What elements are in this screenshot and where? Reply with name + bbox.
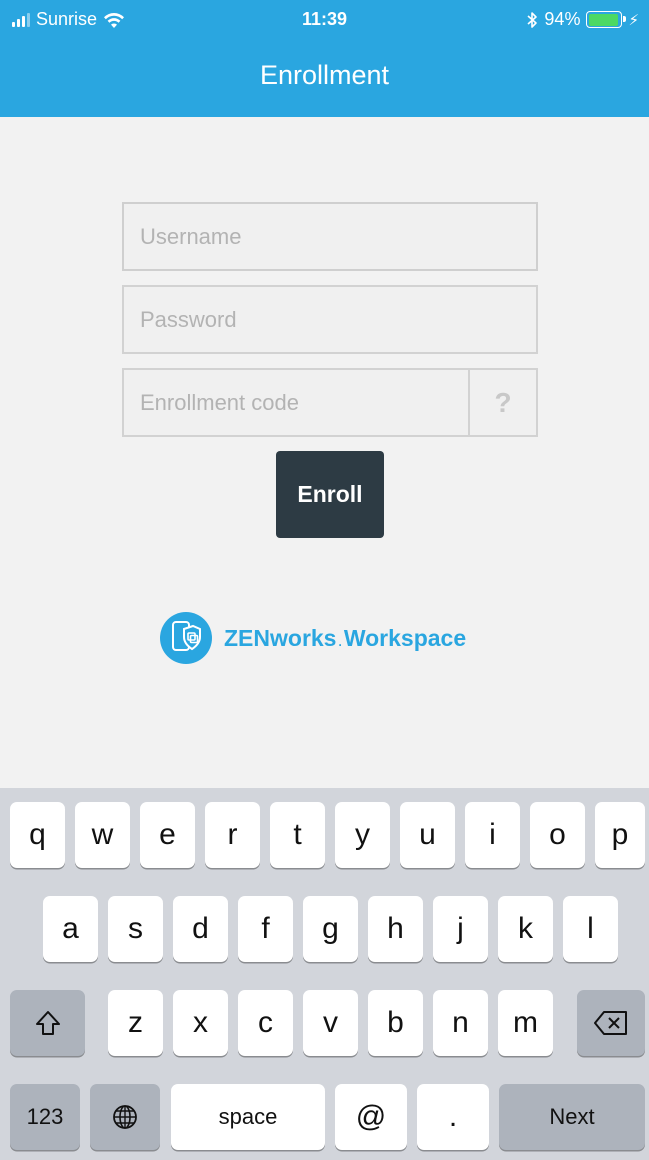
on-screen-keyboard: q w e r t y u i o p a s d f g h j k l z … bbox=[0, 788, 649, 1160]
key-f[interactable]: f bbox=[238, 896, 293, 962]
key-y[interactable]: y bbox=[335, 802, 390, 868]
zenworks-logo-icon bbox=[160, 612, 212, 664]
shift-icon bbox=[35, 1011, 60, 1035]
backspace-icon bbox=[594, 1011, 627, 1035]
key-j[interactable]: j bbox=[433, 896, 488, 962]
key-s[interactable]: s bbox=[108, 896, 163, 962]
bluetooth-icon bbox=[527, 11, 538, 28]
key-h[interactable]: h bbox=[368, 896, 423, 962]
page-title: Enrollment bbox=[259, 60, 390, 90]
key-r[interactable]: r bbox=[205, 802, 260, 868]
key-c[interactable]: c bbox=[238, 990, 293, 1056]
globe-icon bbox=[113, 1105, 137, 1129]
shift-key[interactable] bbox=[10, 990, 85, 1056]
key-i[interactable]: i bbox=[465, 802, 520, 868]
username-input[interactable] bbox=[122, 202, 538, 271]
charging-icon: ⚡ bbox=[628, 11, 639, 29]
status-bar: Sunrise 11:39 94% ⚡ bbox=[0, 0, 649, 40]
key-p[interactable]: p bbox=[595, 802, 645, 868]
battery-percent: 94% bbox=[544, 9, 581, 29]
next-key[interactable]: Next bbox=[499, 1084, 645, 1150]
enrollment-code-group: ? bbox=[122, 368, 538, 437]
battery-icon bbox=[586, 11, 627, 28]
key-x[interactable]: x bbox=[173, 990, 228, 1056]
key-k[interactable]: k bbox=[498, 896, 553, 962]
key-z[interactable]: z bbox=[108, 990, 163, 1056]
period-key[interactable]: . bbox=[417, 1084, 489, 1150]
key-a[interactable]: a bbox=[43, 896, 98, 962]
key-t[interactable]: t bbox=[270, 802, 325, 868]
status-right: 94% ⚡ bbox=[526, 9, 639, 30]
help-button[interactable]: ? bbox=[468, 370, 536, 435]
key-v[interactable]: v bbox=[303, 990, 358, 1056]
key-b[interactable]: b bbox=[368, 990, 423, 1056]
brand-name-dot: . bbox=[338, 634, 342, 649]
key-l[interactable]: l bbox=[563, 896, 618, 962]
key-m[interactable]: m bbox=[498, 990, 553, 1056]
space-key[interactable]: space bbox=[171, 1084, 325, 1150]
backspace-key[interactable] bbox=[577, 990, 645, 1056]
key-o[interactable]: o bbox=[530, 802, 585, 868]
key-d[interactable]: d bbox=[173, 896, 228, 962]
brand-name: ZENworks .Workspace bbox=[224, 625, 466, 652]
app-header: Sunrise 11:39 94% ⚡ Enrollment bbox=[0, 0, 649, 117]
password-input[interactable] bbox=[122, 285, 538, 354]
key-n[interactable]: n bbox=[433, 990, 488, 1056]
enrollment-code-input[interactable] bbox=[124, 370, 468, 435]
key-e[interactable]: e bbox=[140, 802, 195, 868]
at-key[interactable]: @ bbox=[335, 1084, 407, 1150]
enroll-button[interactable]: Enroll bbox=[276, 451, 384, 538]
battery-fill bbox=[588, 13, 619, 26]
key-g[interactable]: g bbox=[303, 896, 358, 962]
key-q[interactable]: q bbox=[10, 802, 65, 868]
numbers-key[interactable]: 123 bbox=[10, 1084, 80, 1150]
globe-key[interactable] bbox=[90, 1084, 160, 1150]
brand-name-part1: ZENworks bbox=[224, 624, 337, 651]
brand-logo-group: ZENworks .Workspace bbox=[160, 612, 466, 664]
brand-name-part2: Workspace bbox=[343, 624, 467, 651]
key-w[interactable]: w bbox=[75, 802, 130, 868]
key-u[interactable]: u bbox=[400, 802, 455, 868]
